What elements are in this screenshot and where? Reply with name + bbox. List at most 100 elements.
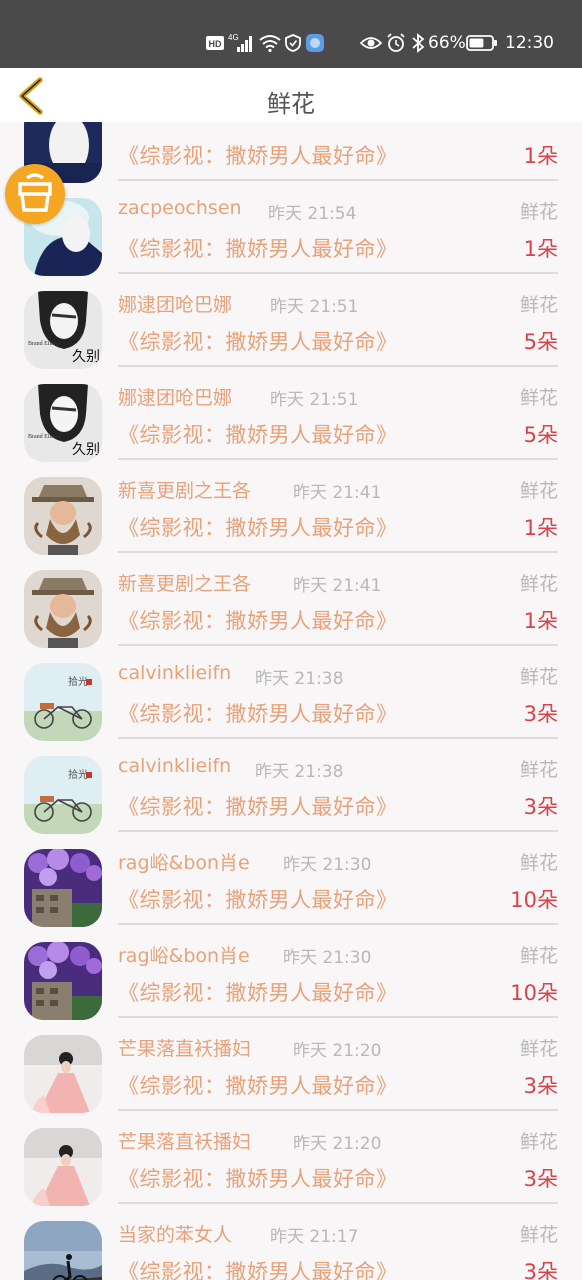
timestamp: 昨天 21:41 — [293, 483, 382, 503]
flower-count: 10朵 — [510, 981, 558, 1005]
show-title[interactable]: 《综影视：撒娇男人最好命》 — [118, 512, 398, 542]
show-title[interactable]: 《综影视：撒娇男人最好命》 — [118, 884, 398, 914]
show-title[interactable]: 《综影视：撒娇男人最好命》 — [118, 977, 398, 1007]
user-name[interactable]: 芒果落直袄播妇 — [118, 1127, 251, 1154]
show-title[interactable]: 《综影视：撒娇男人最好命》 — [118, 791, 398, 821]
show-title[interactable]: 《综影视：撒娇男人最好命》 — [118, 140, 398, 170]
svg-text:Brand Eiland: Brand Eiland — [28, 434, 60, 440]
timestamp: 昨天 21:20 — [293, 1134, 382, 1154]
timestamp: 昨天 21:51 — [270, 390, 359, 410]
wifi-icon — [259, 32, 281, 54]
divider — [118, 923, 558, 925]
show-title[interactable]: 《综影视：撒娇男人最好命》 — [118, 605, 398, 635]
divider — [118, 1202, 558, 1204]
timestamp: 昨天 21:38 — [255, 762, 344, 782]
list-item[interactable]: 当家的苯女人 昨天 21:17 鲜花 《综影视：撒娇男人最好命》 3朵 — [0, 1210, 582, 1280]
flower-count: 3朵 — [523, 795, 558, 819]
timestamp: 昨天 21:30 — [283, 948, 372, 968]
show-title[interactable]: 《综影视：撒娇男人最好命》 — [118, 419, 398, 449]
user-name[interactable]: calvinklieifn — [118, 755, 231, 777]
list-item[interactable]: zacpeochsen 昨天 21:54 鲜花 《综影视：撒娇男人最好命》 1朵 — [0, 187, 582, 280]
flower-count: 10朵 — [510, 888, 558, 912]
flower-count: 5朵 — [523, 423, 558, 447]
gift-type: 鲜花 — [519, 1038, 558, 1060]
show-title[interactable]: 《综影视：撒娇男人最好命》 — [118, 1070, 398, 1100]
user-name[interactable]: 芒果落直袄播妇 — [118, 1034, 251, 1061]
divider — [118, 737, 558, 739]
user-name[interactable]: 娜逮团呛巴娜 — [118, 290, 232, 317]
timestamp: 昨天 21:38 — [255, 669, 344, 689]
bluetooth-icon — [411, 32, 425, 54]
avatar[interactable] — [24, 1221, 102, 1280]
user-name[interactable]: 新喜更剧之王各 — [118, 569, 251, 596]
flower-count: 1朵 — [523, 609, 558, 633]
shield-icon — [285, 32, 301, 54]
user-name[interactable]: calvinklieifn — [118, 662, 231, 684]
avatar[interactable] — [24, 1035, 102, 1113]
show-title[interactable]: 《综影视：撒娇男人最好命》 — [118, 233, 398, 263]
avatar[interactable] — [24, 1128, 102, 1206]
divider — [118, 644, 558, 646]
list-item[interactable]: 新喜更剧之王各 昨天 21:41 鲜花 《综影视：撒娇男人最好命》 1朵 — [0, 559, 582, 652]
user-name[interactable]: 当家的苯女人 — [118, 1220, 232, 1247]
user-name[interactable]: rag峪&bon肖e — [118, 941, 250, 968]
clock: 12:30 — [505, 33, 554, 53]
show-title[interactable]: 《综影视：撒娇男人最好命》 — [118, 326, 398, 356]
flower-count: 1朵 — [523, 516, 558, 540]
avatar[interactable] — [24, 477, 102, 555]
gift-type: 鲜花 — [519, 294, 558, 316]
list-item[interactable]: 芒果落直袄播妇 昨天 21:20 鲜花《综影视：撒娇男人最好命》 3朵 — [0, 1117, 582, 1210]
timestamp: 昨天 21:51 — [270, 297, 359, 317]
divider — [118, 365, 558, 367]
avatar[interactable]: 拾光 — [24, 756, 102, 834]
user-name[interactable]: 娜逮团呛巴娜 — [118, 383, 232, 410]
list-item[interactable]: 芒果落直袄播妇 昨天 21:20 鲜花 《综影视：撒娇男人最好命》 3朵 — [0, 1024, 582, 1117]
svg-text:拾光: 拾光 — [68, 675, 88, 688]
avatar[interactable]: Brand Eiland 久别 — [24, 291, 102, 369]
show-title[interactable]: 《综影视：撒娇男人最好命》 — [118, 698, 398, 728]
battery-fill — [469, 38, 484, 48]
gift-type: 鲜花 — [519, 759, 558, 781]
show-title[interactable]: 《综影视：撒娇男人最好命》 — [118, 1163, 398, 1193]
avatar[interactable] — [24, 570, 102, 648]
float-gift-button[interactable] — [5, 164, 65, 224]
list-item[interactable]: 拾光 calvinklieifn 昨天 21:38 鲜花《综影视：撒娇男人最好命》 3朵 — [0, 745, 582, 838]
list-item[interactable]: rag峪&bon肖e 昨天 21:30 鲜花 《综影视：撒娇男人最好命》 10朵 — [0, 838, 582, 931]
list-item[interactable]: 拾光 calvinklieifn 昨天 21:38 鲜花《综影视：撒娇男人最好命》 3朵 — [0, 652, 582, 745]
gift-type: 鲜花 — [519, 1131, 558, 1153]
flower-count: 3朵 — [523, 702, 558, 726]
divider — [118, 830, 558, 832]
flower-count: 3朵 — [523, 1260, 558, 1280]
flower-list: 《综影视：撒娇男人最好命》 1朵 zacpeochsen 昨天 21:54 鲜花 《综影视… — [0, 122, 582, 1280]
avatar[interactable] — [24, 849, 102, 927]
user-name[interactable]: rag峪&bon肖e — [118, 848, 250, 875]
svg-text:HD: HD — [209, 39, 222, 49]
battery-icon — [466, 32, 498, 54]
svg-text:久别: 久别 — [72, 349, 100, 365]
battery-percent: 66% — [428, 33, 466, 53]
avatar[interactable]: 拾光 — [24, 663, 102, 741]
svg-text:Brand Eiland: Brand Eiland — [28, 341, 60, 347]
avatar[interactable]: Brand Eiland 久别 — [24, 384, 102, 462]
list-item[interactable]: Brand Eiland 久别 娜逮团呛巴娜 昨天 21:51 鲜花 《综影视：撒娇男人最… — [0, 373, 582, 466]
divider — [118, 179, 558, 181]
hd-icon: HD — [205, 32, 225, 54]
avatar[interactable] — [24, 942, 102, 1020]
page-title: 鲜花 — [267, 90, 315, 118]
user-name[interactable]: 新喜更剧之王各 — [118, 476, 251, 503]
timestamp: 昨天 21:54 — [268, 204, 357, 224]
list-item[interactable]: Brand Eiland 久别 娜逮团呛巴娜 昨天 21:51 鲜花《综影视：撒娇男人最… — [0, 280, 582, 373]
signal-4g-icon: 4G — [228, 32, 254, 54]
gift-type: 鲜花 — [519, 945, 558, 967]
list-item[interactable]: 《综影视：撒娇男人最好命》 1朵 — [0, 122, 582, 187]
gift-type: 鲜花 — [519, 480, 558, 502]
list-item[interactable]: rag峪&bon肖e 昨天 21:30 鲜花《综影视：撒娇男人最好命》 10朵 — [0, 931, 582, 1024]
list-item[interactable]: 新喜更剧之王各 昨天 21:41 鲜花《综影视：撒娇男人最好命》 1朵 — [0, 466, 582, 559]
flower-count: 3朵 — [523, 1167, 558, 1191]
show-title[interactable]: 《综影视：撒娇男人最好命》 — [118, 1256, 398, 1280]
divider — [118, 551, 558, 553]
gift-type: 鲜花 — [519, 666, 558, 688]
user-name[interactable]: zacpeochsen — [118, 197, 242, 219]
alarm-icon — [386, 32, 406, 54]
divider — [118, 458, 558, 460]
